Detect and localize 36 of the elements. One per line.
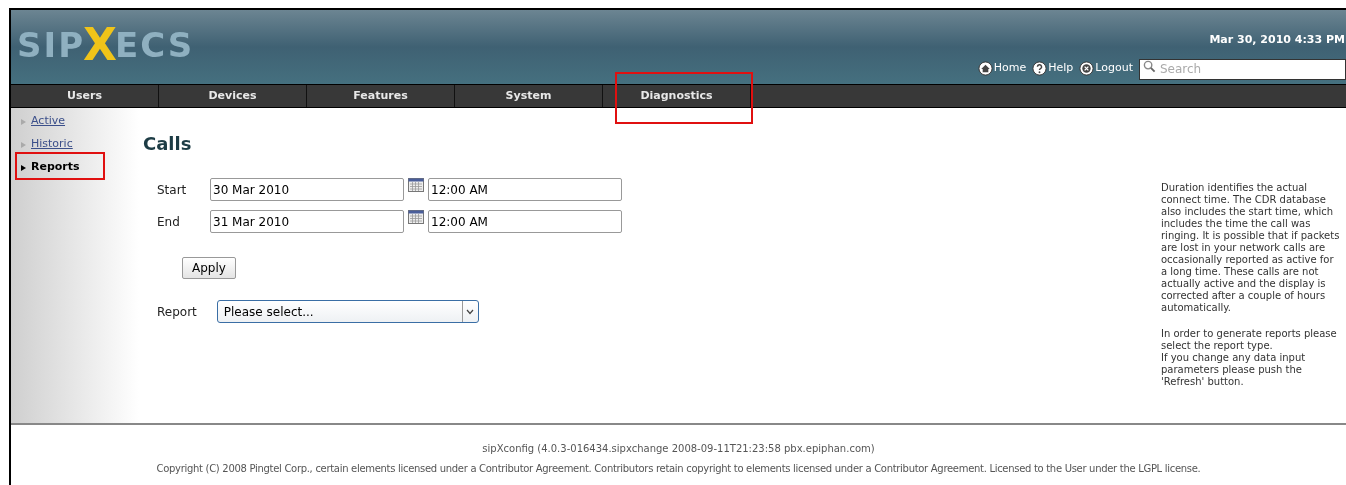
date-time: Mar 30, 2010 4:33 PM	[1209, 32, 1346, 48]
nav-tab[interactable]: Diagnostics	[603, 85, 751, 107]
field-label: End	[157, 213, 181, 231]
help-text: If you change any data input parameters please push the 'Refresh' button.	[1161, 352, 1307, 388]
help-icon	[1032, 60, 1048, 76]
sidebar-link[interactable]: Reports	[31, 159, 80, 176]
search-field[interactable]: Search	[1139, 58, 1346, 80]
apply-button[interactable]: Apply	[182, 257, 236, 279]
field-label: Report	[157, 303, 197, 321]
nav-tab[interactable]: Features	[307, 85, 455, 107]
version-text: sipXconfig (4.0.3-016434.sipxchange 2008-09-11T21:23:58 pbx.epiphan.com)	[482, 442, 875, 456]
nav-tab[interactable]: System	[455, 85, 603, 107]
date-field[interactable]: 30 Mar 2010	[210, 178, 404, 201]
help-text: In order to generate reports please select the report type.	[1161, 328, 1338, 352]
close-circle-icon	[1079, 60, 1095, 76]
nav-tab[interactable]: Users	[11, 85, 159, 107]
copyright-text: Copyright (C) 2008 Pingtel Corp., certain elements licensed under a Contributor Agreement. Contributors retain copyright to elements licensed under a Contributor Agreement. Licensed to the User under the LGPL license.	[156, 462, 1201, 476]
calendar-icon[interactable]	[408, 210, 424, 224]
search-icon	[1143, 60, 1156, 73]
report-dropdown[interactable]: Please select...	[216, 300, 479, 323]
time-field[interactable]: 12:00 AM	[428, 210, 622, 233]
sidebar-link[interactable]: Historic	[31, 136, 73, 153]
header-link[interactable]: Logout	[1079, 59, 1133, 77]
field-label: Start	[157, 181, 188, 199]
nav-tab[interactable]: Devices	[159, 85, 307, 107]
help-text: Duration identifies the actual connect time. The CDR database also includes the start time, which includes the time the call was ringing. It is possible that if packets are lost in your network calls are occasionally reported as active for a long time. These calls are not actually active and the display is corrected after a couple of hours automatically.	[1161, 182, 1341, 314]
sidebar-link[interactable]: Active	[31, 113, 66, 130]
chevron-down-icon	[466, 308, 475, 315]
page-title: Calls	[143, 135, 193, 153]
logo: SIPXECS	[16, 18, 195, 62]
date-field[interactable]: 31 Mar 2010	[210, 210, 404, 233]
header-link[interactable]: Help	[1032, 59, 1074, 77]
time-field[interactable]: 12:00 AM	[428, 178, 622, 201]
header-link[interactable]: Home	[977, 59, 1027, 77]
home-icon	[977, 60, 993, 76]
calendar-icon[interactable]	[408, 178, 424, 192]
